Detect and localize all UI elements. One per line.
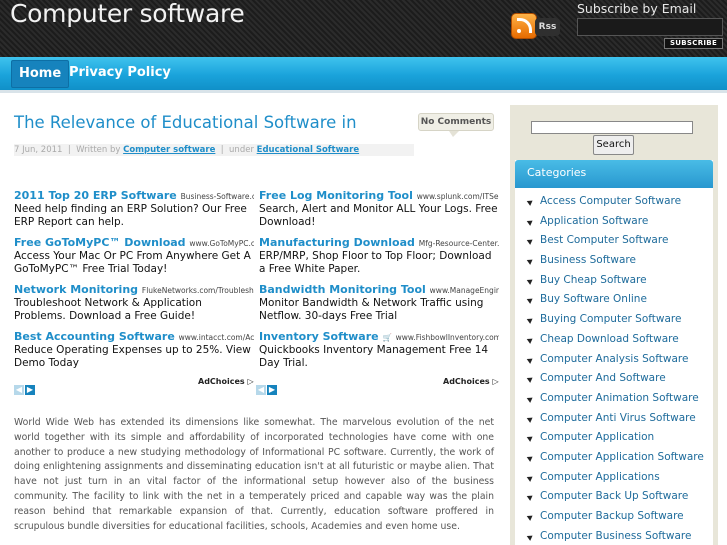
- ad-unit[interactable]: Best Accounting Software www.intacct.com…: [14, 330, 254, 370]
- subscribe-email-input[interactable]: [577, 18, 723, 36]
- ad-unit[interactable]: Free Log Monitoring Tool www.splunk.com/…: [259, 189, 499, 229]
- search-button[interactable]: Search: [593, 135, 634, 155]
- ad-source[interactable]: Business-Software.c...: [181, 192, 254, 201]
- subscribe-button[interactable]: SUBSCRIBE: [664, 38, 723, 49]
- ad-source[interactable]: www.splunk.com/ITSea...: [417, 192, 499, 201]
- post-title[interactable]: The Relevance of Educational Software in: [14, 113, 357, 132]
- site-header: Computer software Rss Subscribe by Email…: [0, 0, 727, 57]
- category-item[interactable]: Cheap Download Software: [527, 330, 713, 350]
- comments-badge[interactable]: No Comments: [418, 113, 494, 137]
- ad-description: Access Your Mac Or PC From Anywhere Get …: [14, 250, 251, 275]
- adchoices-label: AdChoices: [198, 377, 245, 386]
- next-arrow-icon[interactable]: ▶: [267, 385, 277, 395]
- category-item[interactable]: Best Computer Software: [527, 231, 713, 251]
- category-item[interactable]: Computer Application: [527, 428, 713, 448]
- author-link[interactable]: Computer software: [123, 145, 215, 155]
- category-item[interactable]: Application Software: [527, 212, 713, 232]
- ad-unit[interactable]: Free GoToMyPC™ Download www.GoToMyPC.c..…: [14, 236, 254, 276]
- adchoices-link[interactable]: AdChoices ▷: [443, 377, 499, 386]
- category-item[interactable]: Computer Application Software: [527, 448, 713, 468]
- category-item[interactable]: Computer Back Up Software: [527, 487, 713, 507]
- category-item[interactable]: Buying Computer Software: [527, 310, 713, 330]
- nav-item-home[interactable]: Home: [11, 60, 70, 88]
- categories-list: Access Computer Software Application Sof…: [527, 192, 713, 545]
- ad-description: Monitor Bandwidth & Network Traffic usin…: [259, 297, 484, 322]
- categories-title: Categories: [515, 160, 713, 188]
- ad-title[interactable]: Manufacturing Download: [259, 236, 415, 249]
- ad-title[interactable]: 2011 Top 20 ERP Software: [14, 189, 177, 202]
- adchoices-icon: ▷: [492, 377, 499, 386]
- under-label: under: [229, 145, 254, 155]
- ad-title[interactable]: Best Accounting Software: [14, 330, 175, 343]
- category-item[interactable]: Computer Applications: [527, 468, 713, 488]
- ad-description: Quickbooks Inventory Management Free 14 …: [259, 344, 489, 369]
- category-item[interactable]: Business Software: [527, 251, 713, 271]
- ad-source[interactable]: Mfg-Resource-Center....: [419, 239, 499, 248]
- ad-source[interactable]: www.intacct.com/Acc...: [179, 333, 254, 342]
- category-item[interactable]: Computer Analysis Software: [527, 350, 713, 370]
- category-item[interactable]: Buy Cheap Software: [527, 271, 713, 291]
- category-item[interactable]: Buy Software Online: [527, 290, 713, 310]
- site-title[interactable]: Computer software: [10, 0, 245, 28]
- adchoices-link[interactable]: AdChoices ▷: [198, 377, 254, 386]
- cart-icon: 🛒: [382, 333, 392, 342]
- adchoices-label: AdChoices: [443, 377, 490, 386]
- ad-pager-right: ◀ ▶: [256, 377, 278, 395]
- category-item[interactable]: Computer Animation Software: [527, 389, 713, 409]
- category-item[interactable]: Computer Business Software: [527, 527, 713, 545]
- ad-description: Reduce Operating Expenses up to 25%. Vie…: [14, 344, 251, 369]
- ad-title[interactable]: Free GoToMyPC™ Download: [14, 236, 186, 249]
- category-link[interactable]: Educational Software: [257, 145, 359, 155]
- sidebar: Search Categories Access Computer Softwa…: [510, 105, 718, 545]
- ad-description: Troubleshoot Network & Application Probl…: [14, 297, 202, 322]
- next-arrow-icon[interactable]: ▶: [25, 385, 35, 395]
- prev-arrow-icon[interactable]: ◀: [256, 385, 266, 395]
- rss-label: Rss: [535, 18, 560, 36]
- ad-source[interactable]: www.GoToMyPC.c...: [189, 239, 254, 248]
- adchoices-icon: ▷: [247, 377, 254, 386]
- ad-pager-left: ◀ ▶: [14, 377, 36, 395]
- category-item[interactable]: Access Computer Software: [527, 192, 713, 212]
- rss-icon: [511, 13, 537, 39]
- rss-button[interactable]: Rss: [511, 13, 561, 41]
- nav-item-privacy-policy[interactable]: Privacy Policy: [62, 60, 178, 88]
- ad-title[interactable]: Inventory Software: [259, 330, 379, 343]
- categories-widget: Categories Access Computer Software Appl…: [515, 160, 713, 545]
- main-content: The Relevance of Educational Software in…: [0, 96, 508, 545]
- ad-unit[interactable]: Manufacturing Download Mfg-Resource-Cent…: [259, 236, 499, 276]
- ad-source[interactable]: www.FishbowlInventory.com: [396, 333, 499, 342]
- ad-source[interactable]: www.ManageEngine....: [430, 286, 499, 295]
- post-body: World Wide Web has extended its dimensio…: [14, 417, 494, 532]
- post-date: 7 Jun, 2011: [14, 145, 63, 155]
- post-meta: 7 Jun, 2011 | Written by Computer softwa…: [14, 144, 414, 156]
- ad-unit[interactable]: Network Monitoring FlukeNetworks.com/Tro…: [14, 283, 254, 323]
- category-item[interactable]: Computer Backup Software: [527, 507, 713, 527]
- category-item[interactable]: Computer And Software: [527, 369, 713, 389]
- written-by-label: Written by: [76, 145, 121, 155]
- ad-unit[interactable]: 2011 Top 20 ERP Software Business-Softwa…: [14, 189, 254, 229]
- prev-arrow-icon[interactable]: ◀: [14, 385, 24, 395]
- ad-title[interactable]: Free Log Monitoring Tool: [259, 189, 413, 202]
- category-item[interactable]: Computer Anti Virus Software: [527, 409, 713, 429]
- search-input[interactable]: [531, 121, 693, 134]
- ad-source[interactable]: FlukeNetworks.com/Troublesho...: [142, 286, 254, 295]
- ad-description: Need help finding an ERP Solution? Our F…: [14, 203, 247, 228]
- ad-description: Search, Alert and Monitor ALL Your Logs.…: [259, 203, 498, 228]
- ad-unit[interactable]: Inventory Software 🛒 www.FishbowlInvento…: [259, 330, 499, 370]
- subscribe-title: Subscribe by Email: [577, 1, 697, 16]
- ad-description: ERP/MRP, Shop Floor to Top Floor; Downlo…: [259, 250, 492, 275]
- ad-title[interactable]: Bandwidth Monitoring Tool: [259, 283, 426, 296]
- main-nav: Home Privacy Policy: [0, 57, 727, 93]
- ad-title[interactable]: Network Monitoring: [14, 283, 138, 296]
- ad-unit[interactable]: Bandwidth Monitoring Tool www.ManageEngi…: [259, 283, 499, 323]
